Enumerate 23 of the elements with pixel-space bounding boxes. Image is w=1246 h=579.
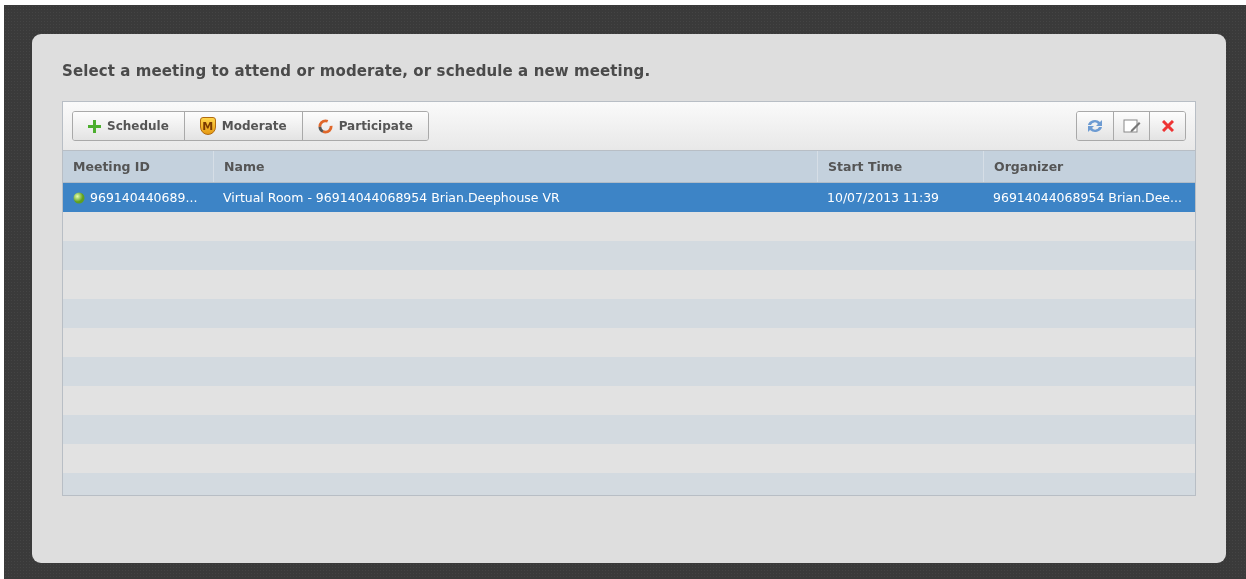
column-header[interactable]: Start Time [817, 151, 983, 182]
table-cell: 969140440689... [90, 190, 198, 205]
moderate-button[interactable]: M Moderate [183, 112, 302, 140]
column-header[interactable]: Meeting ID [63, 151, 213, 182]
refresh-icon [1086, 118, 1104, 134]
participate-button[interactable]: Participate [301, 112, 428, 140]
plus-icon [88, 119, 101, 133]
instruction-text: Select a meeting to attend or moderate, or schedule a new meeting. [62, 62, 652, 80]
edit-button[interactable] [1113, 112, 1149, 140]
table-cell: 10/07/2013 11:39 [827, 190, 940, 205]
swirl-icon [317, 118, 333, 134]
table-cell: Virtual Room - 96914044068954 Brian.Deephouse VR [223, 190, 560, 205]
close-icon [1161, 120, 1174, 132]
table-row[interactable]: 969140440689... Virtual Room - 96914044068954 Brian.Deephouse VR 10/07/2013 11:39 96914044068954 Brian.Dee... [63, 183, 1195, 212]
edit-icon [1122, 118, 1141, 134]
column-header[interactable]: Name [213, 151, 817, 182]
delete-button[interactable] [1149, 112, 1185, 140]
schedule-button[interactable]: Schedule [73, 112, 184, 140]
status-dot-icon [73, 191, 85, 204]
shield-icon: M [199, 117, 216, 135]
column-header[interactable]: Organizer [983, 151, 1195, 182]
refresh-button[interactable] [1077, 112, 1113, 140]
table-cell: 96914044068954 Brian.Dee... [993, 190, 1182, 205]
